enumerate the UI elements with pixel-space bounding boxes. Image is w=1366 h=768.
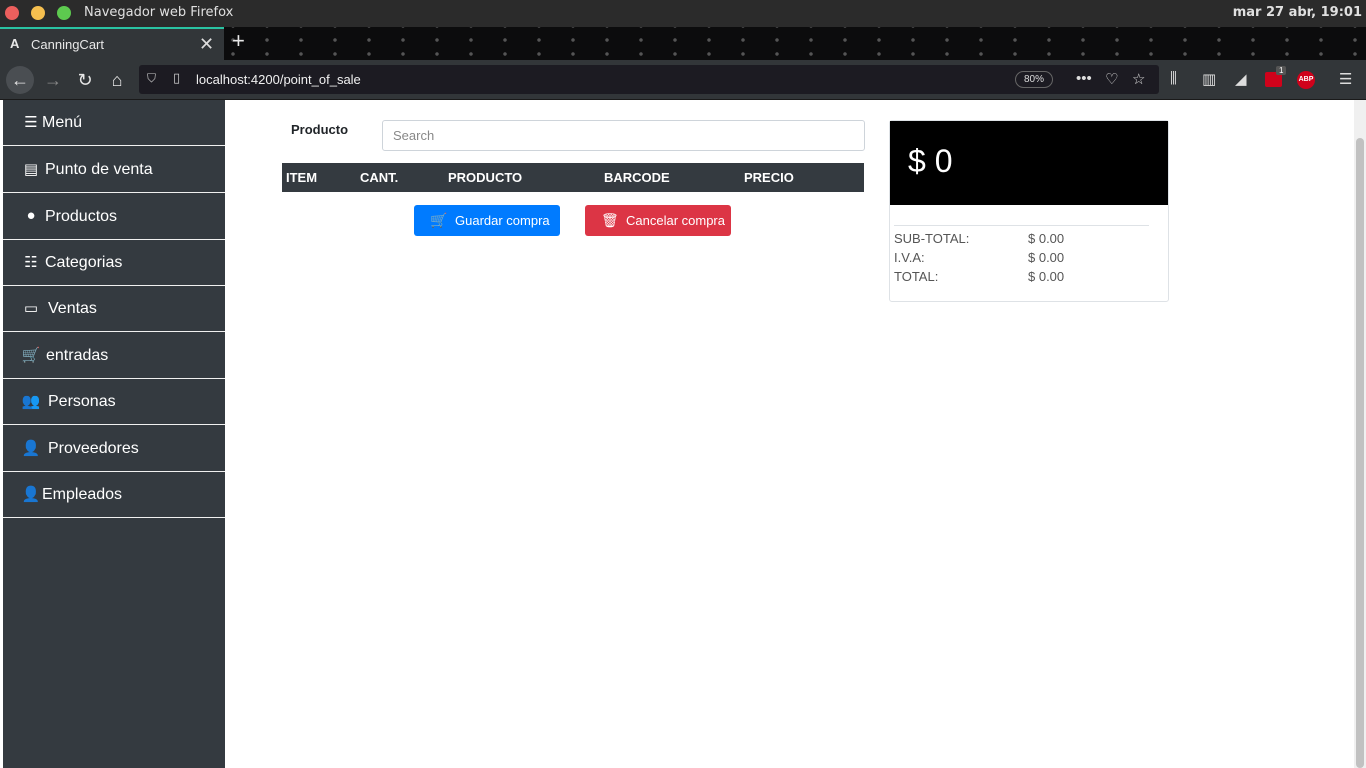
cookie-icon: ● <box>26 207 36 224</box>
grand-total-display: $ 0 <box>908 143 953 179</box>
sidebar: ☰ Menú ▤ Punto de venta ● Productos ☷ Ca… <box>3 100 225 768</box>
sidebar-item-label: Personas <box>48 393 116 410</box>
tab-close-icon[interactable]: ✕ <box>199 34 214 55</box>
save-purchase-label: Guardar compra <box>455 213 550 228</box>
sidebar-item-label: Empleados <box>42 486 123 503</box>
shopping-cart-icon: 🛒 <box>430 212 448 228</box>
window-maximize-button[interactable] <box>57 6 71 20</box>
users-icon: 👥 <box>21 393 41 410</box>
sidebar-item-label: entradas <box>46 347 109 364</box>
iva-label: I.V.A: <box>894 250 925 265</box>
totals-card: $ 0 SUB-TOTAL: $ 0.00 I.V.A: $ 0.00 TOTA… <box>889 120 1169 302</box>
subtotal-value: $ 0.00 <box>1028 231 1065 246</box>
main-content: Producto ITEM CANT. PRODUCTO BARCODE PRE… <box>225 100 1354 768</box>
column-header-barcode: BARCODE <box>604 170 670 185</box>
cancel-purchase-label: Cancelar compra <box>626 213 725 228</box>
pocket-icon[interactable]: ♡ <box>1105 70 1118 88</box>
list-icon: ☷ <box>24 254 38 271</box>
reload-icon[interactable]: ↻ <box>71 66 99 94</box>
forward-arrow-icon[interactable]: → <box>39 66 67 94</box>
totals-divider <box>894 225 1149 226</box>
sidebar-item-label: Productos <box>45 208 118 225</box>
column-header-price: PRECIO <box>744 170 794 185</box>
cancel-purchase-button[interactable]: 🗑 Cancelar compra <box>585 205 731 236</box>
money-bill-icon: ▭ <box>23 300 39 317</box>
extension-badge: 1 <box>1276 66 1287 75</box>
hamburger-menu-icon[interactable]: ☰ <box>1339 70 1352 88</box>
cash-register-icon: ▤ <box>23 161 39 178</box>
user-tag-icon: 👤 <box>21 440 41 457</box>
column-header-product: PRODUCTO <box>448 170 523 185</box>
sidebar-item-categorias[interactable]: ☷ Categorias <box>3 240 225 286</box>
system-clock[interactable]: mar 27 abr, 19:01 <box>1233 5 1362 20</box>
sidebar-item-label: Categorias <box>45 254 123 271</box>
browser-toolbar: ← → ↻ ⌂ ⛉ ▯ localhost:4200/point_of_sale… <box>0 60 1366 100</box>
window-close-button[interactable] <box>5 6 19 20</box>
address-bar[interactable]: ⛉ ▯ localhost:4200/point_of_sale 80% •••… <box>139 65 1159 94</box>
column-header-quantity: CANT. <box>360 170 399 185</box>
sale-table-header: ITEM CANT. PRODUCTO BARCODE PRECIO <box>282 163 864 192</box>
page-info-icon[interactable]: ▯ <box>173 70 180 86</box>
sidebar-item-label: Proveedores <box>48 440 139 457</box>
window-minimize-button[interactable] <box>31 6 45 20</box>
column-header-item: ITEM <box>286 170 318 185</box>
back-arrow-icon[interactable]: ← <box>6 66 34 94</box>
user-tie-icon: 👤 <box>21 486 41 503</box>
bookmark-star-icon[interactable]: ☆ <box>1132 70 1145 88</box>
sidebar-item-ventas[interactable]: ▭ Ventas <box>3 286 225 332</box>
sidebar-item-punto-de-venta[interactable]: ▤ Punto de venta <box>3 147 225 193</box>
adblock-plus-icon[interactable]: ABP <box>1297 71 1315 89</box>
sidebar-item-entradas[interactable]: 🛒 entradas <box>3 333 225 379</box>
tab-title: CanningCart <box>31 37 104 52</box>
page-scrollbar[interactable] <box>1354 100 1366 768</box>
trash-icon: 🗑 <box>601 212 619 228</box>
total-label: TOTAL: <box>894 269 939 284</box>
tracking-shield-icon[interactable]: ⛉ <box>147 71 156 86</box>
page-actions-icon[interactable]: ••• <box>1076 70 1092 87</box>
window-title: Navegador web Firefox <box>84 5 234 20</box>
sidebar-item-proveedores[interactable]: 👤 Proveedores <box>3 426 225 472</box>
subtotal-label: SUB-TOTAL: <box>894 231 970 246</box>
product-search-input[interactable] <box>382 120 865 151</box>
new-tab-icon[interactable]: + <box>232 28 245 54</box>
product-label: Producto <box>291 122 349 137</box>
sidebar-item-empleados[interactable]: 👤 Empleados <box>3 472 225 518</box>
iva-value: $ 0.00 <box>1028 250 1065 265</box>
zoom-indicator[interactable]: 80% <box>1015 71 1054 88</box>
shopping-cart-icon: 🛒 <box>21 347 41 364</box>
sidebar-item-label: Menú <box>42 114 83 131</box>
tab-strip: A CanningCart ✕ + <box>0 27 1366 60</box>
sidebar-item-personas[interactable]: 👥 Personas <box>3 379 225 425</box>
bars-icon: ☰ <box>24 114 38 131</box>
tab-canningcart[interactable]: A CanningCart ✕ <box>0 27 224 60</box>
angular-favicon-icon: A <box>10 36 20 51</box>
sidebar-toggle-icon[interactable]: ▥ <box>1202 70 1216 88</box>
sidebar-item-label: Ventas <box>48 300 97 317</box>
save-purchase-button[interactable]: 🛒 Guardar compra <box>414 205 560 236</box>
library-icon[interactable]: ⫼ <box>1170 70 1177 87</box>
sidebar-item-productos[interactable]: ● Productos <box>3 194 225 240</box>
url-text[interactable]: localhost:4200/point_of_sale <box>196 72 361 87</box>
os-titlebar: Navegador web Firefox mar 27 abr, 19:01 <box>0 0 1366 27</box>
home-icon[interactable]: ⌂ <box>103 66 131 94</box>
scrollbar-thumb[interactable] <box>1356 138 1364 768</box>
sidebar-item-label: Punto de venta <box>45 161 153 178</box>
sidebar-item-menu[interactable]: ☰ Menú <box>3 100 225 146</box>
totals-card-header: $ 0 <box>890 121 1168 205</box>
eraser-extension-icon[interactable]: ◢ <box>1235 70 1247 88</box>
total-value: $ 0.00 <box>1028 269 1065 284</box>
